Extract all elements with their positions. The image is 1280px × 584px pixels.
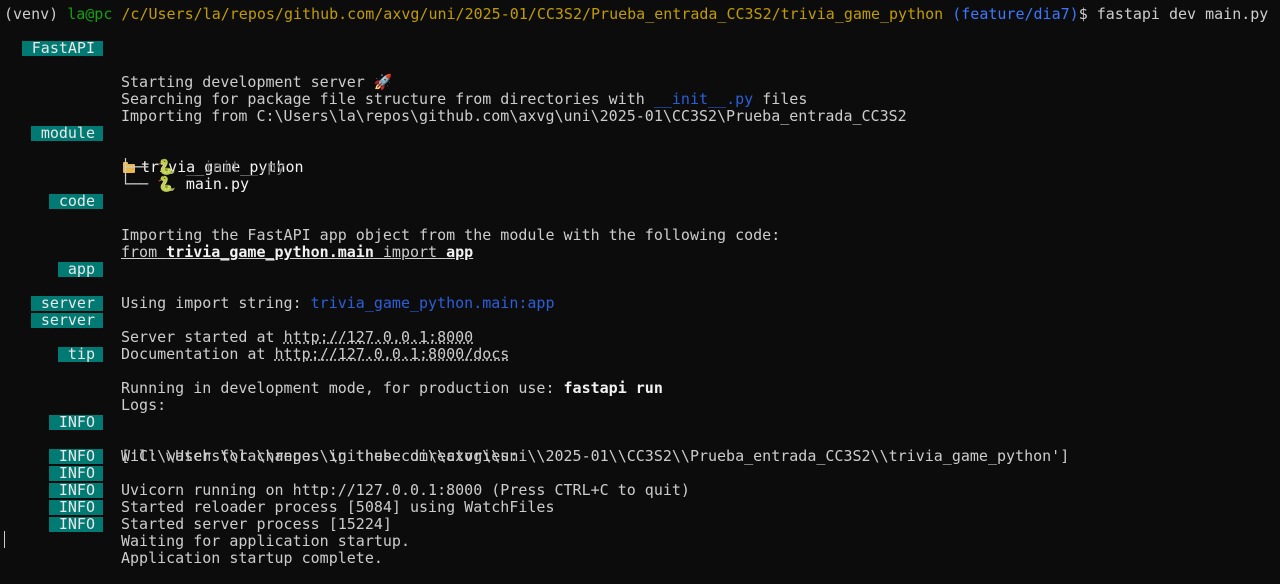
terminal-cursor	[4, 531, 5, 548]
log-message: Waiting for application startup.	[121, 532, 410, 550]
log-row: INFO Application startup complete.	[0, 516, 1280, 567]
info-badge: INFO	[49, 415, 103, 430]
cwd-path: /c/Users/la/repos/github.com/axvg/uni/20…	[121, 5, 944, 23]
info-badge: INFO	[49, 517, 103, 532]
tree-main-file: main.py	[185, 175, 250, 193]
info-badge: INFO	[49, 449, 103, 464]
info-badge: INFO	[49, 500, 103, 515]
importing-from-text: Importing from C:\Users\la\repos\github.…	[121, 107, 907, 125]
code-module-path: trivia_game_python.main	[166, 243, 374, 261]
output-row-code: code Importing the FastAPI app object fr…	[0, 193, 1280, 244]
logs-heading: Logs:	[121, 396, 167, 414]
output-row-fastapi: FastAPI Starting development server 🚀	[0, 40, 1280, 91]
git-branch: (feature/dia7)	[952, 5, 1079, 23]
tip-badge: tip	[58, 347, 103, 362]
prompt-symbol: $	[1078, 5, 1088, 23]
output-row-server-started: server Server started at http://127.0.0.…	[0, 295, 1280, 346]
code-app-name: app	[446, 243, 474, 261]
output-row-importing: Importing from C:\Users\la\repos\github.…	[0, 91, 1280, 125]
output-row-searching: Searching for package file structure fro…	[0, 74, 1280, 108]
output-row-code-snippet: from trivia_game_python.main import app	[0, 227, 1280, 261]
server-started-label: Server started at	[121, 328, 284, 346]
output-row-tree-main: └── 🐍 main.py	[0, 159, 1280, 193]
output-row-tree-init: ├── 🐍 __init__.py	[0, 142, 1280, 176]
server-badge: server	[31, 296, 103, 311]
code-keyword-from: from	[121, 243, 158, 261]
output-row-tip: tip Running in development mode, for pro…	[0, 346, 1280, 397]
output-row-app: app Using import string: trivia_game_pyt…	[0, 261, 1280, 312]
terminal-window[interactable]: (venv) la@pc /c/Users/la/repos/github.co…	[0, 0, 1280, 567]
shell-prompt: (venv) la@pc /c/Users/la/repos/github.co…	[4, 6, 1268, 23]
log-row: INFO Uvicorn running on http://127.0.0.1…	[0, 448, 1280, 499]
module-badge: module	[31, 126, 103, 141]
log-message: Application startup complete.	[121, 549, 383, 567]
server-url-link[interactable]: http://127.0.0.1:8000	[284, 328, 474, 346]
server-badge: server	[31, 313, 103, 328]
app-badge: app	[58, 262, 103, 277]
log-row: INFO Started server process [15224]	[0, 482, 1280, 533]
log-row: INFO Started reloader process [5084] usi…	[0, 465, 1280, 516]
log-row-continuation: ['C:\\Users\\la\\repos\\github.com\\axvg…	[0, 431, 1280, 465]
venv-label: (venv)	[4, 5, 59, 23]
output-row-logs: Logs:	[0, 380, 1280, 414]
fastapi-badge: FastAPI	[22, 41, 103, 56]
code-keyword-import: import	[382, 243, 438, 261]
command-text: fastapi dev main.py	[1096, 5, 1269, 23]
tree-branch-last: └──	[121, 175, 149, 193]
user-host: la@pc	[67, 5, 113, 23]
log-row: INFO Waiting for application startup.	[0, 499, 1280, 550]
info-badge: INFO	[49, 466, 103, 481]
info-badge: INFO	[49, 483, 103, 498]
code-badge: code	[49, 194, 103, 209]
python-file-icon: 🐍	[157, 175, 176, 193]
output-row-module: module trivia_game_python	[0, 125, 1280, 176]
log-row: INFO Will watch for changes in these dir…	[0, 414, 1280, 465]
output-row-server-docs: server Documentation at http://127.0.0.1…	[0, 312, 1280, 363]
